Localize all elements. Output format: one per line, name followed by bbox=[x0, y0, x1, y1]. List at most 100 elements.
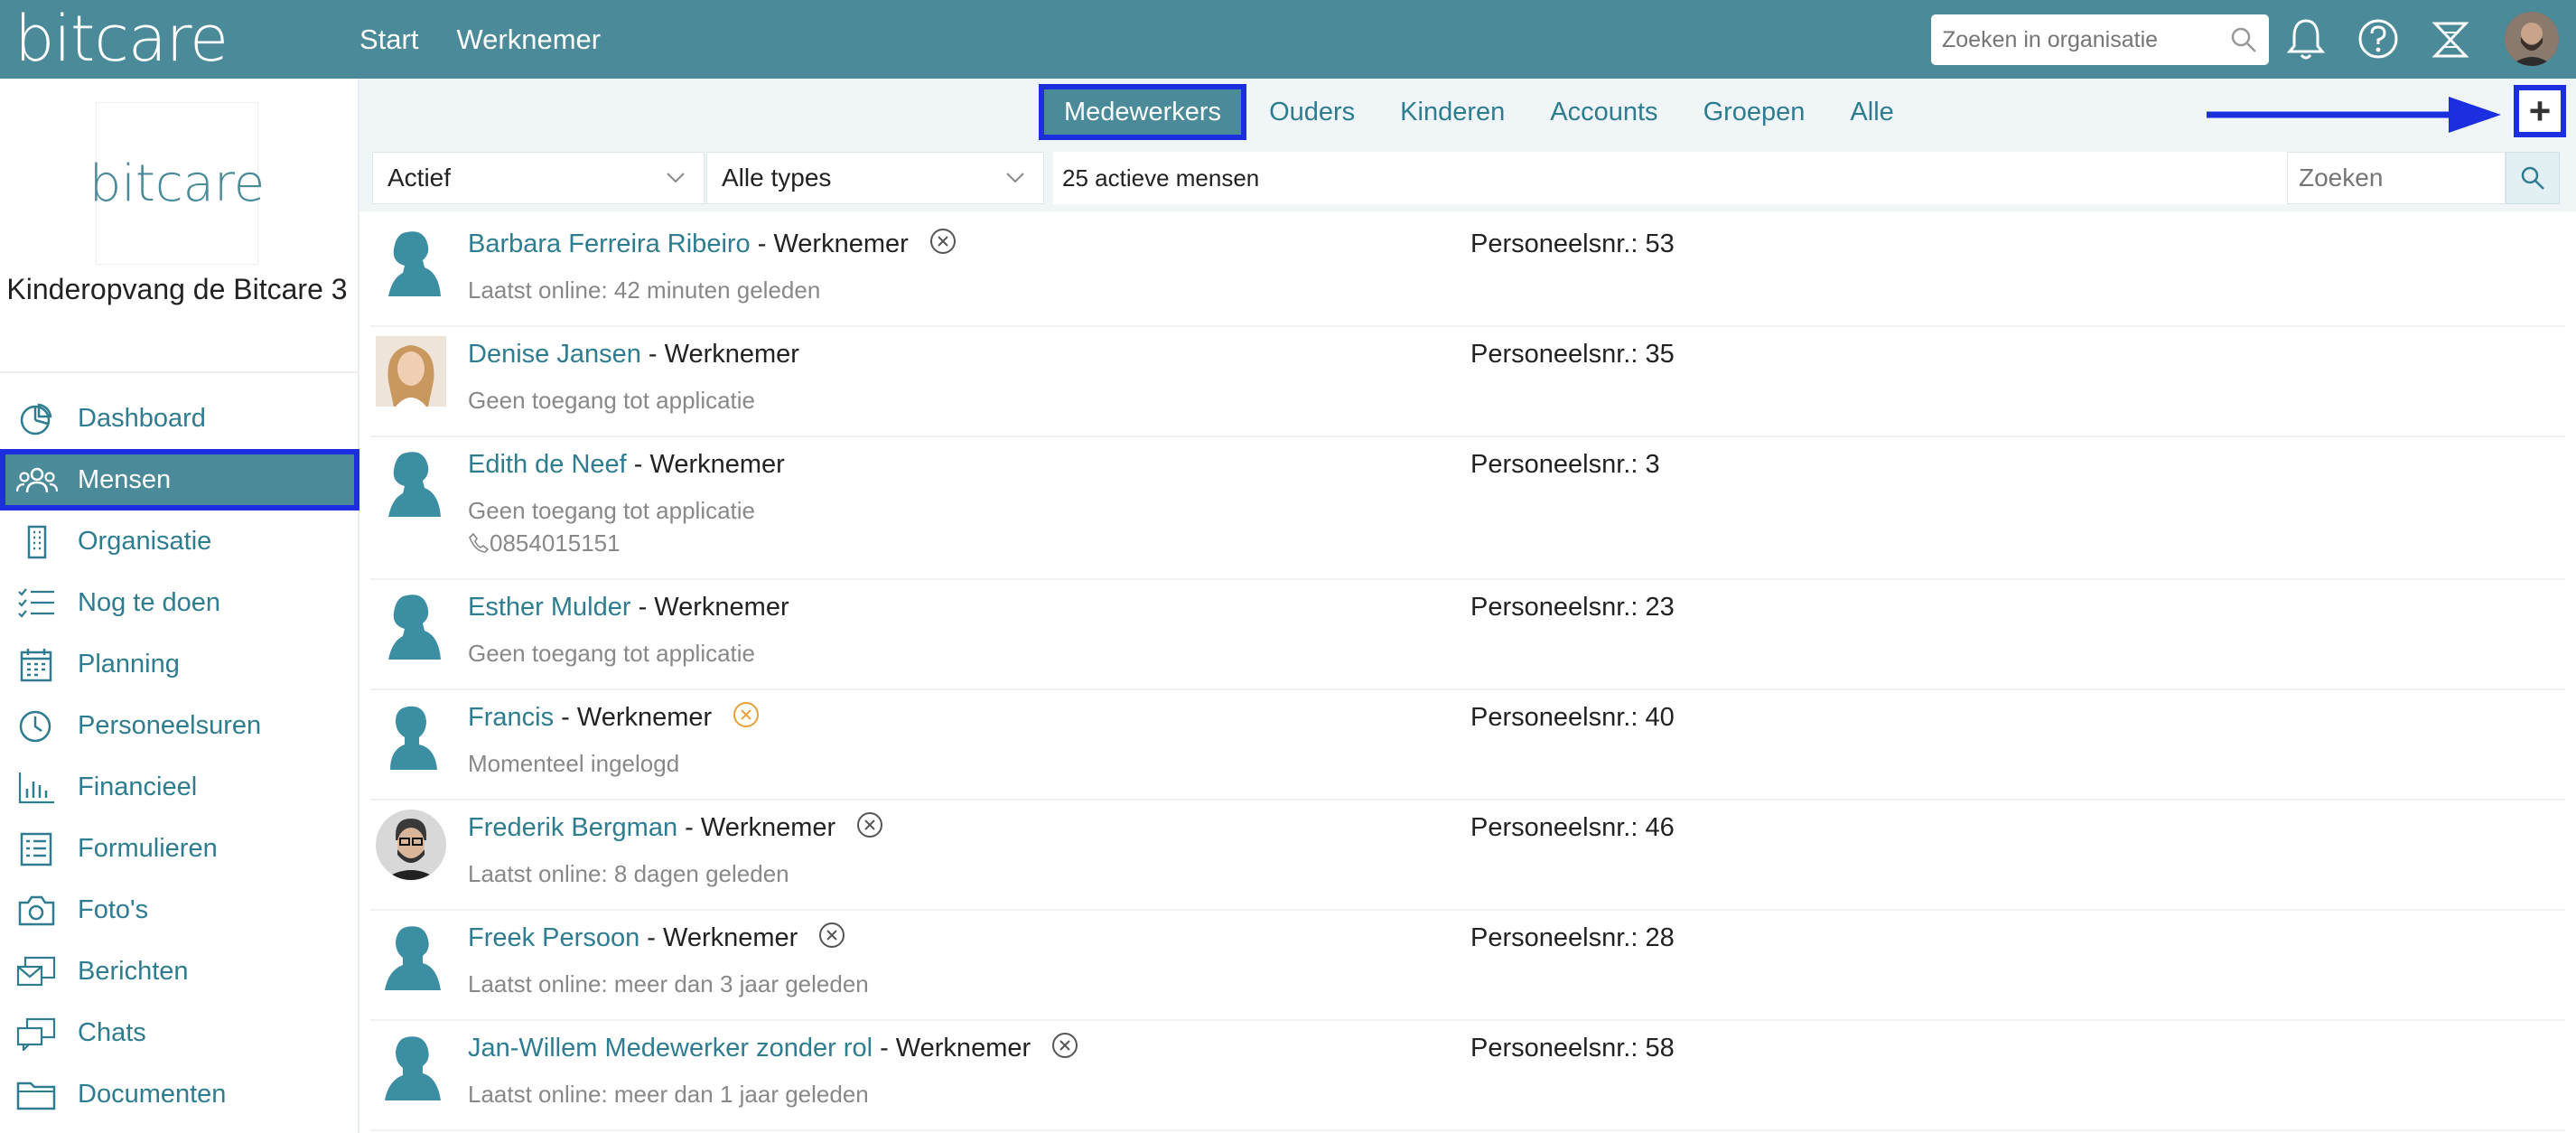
main-content: Medewerkers Ouders Kinderen Accounts Gro… bbox=[359, 79, 2576, 1133]
sidebar-menu: Dashboard Mensen Organisatie Nog te doen… bbox=[0, 388, 359, 1125]
chats-icon bbox=[16, 1017, 56, 1051]
close-circle-icon[interactable] bbox=[1050, 1031, 1079, 1060]
filter-bar: Actief Alle types 25 actieve mensen bbox=[359, 146, 2576, 211]
tab-kinderen[interactable]: Kinderen bbox=[1377, 84, 1527, 140]
sidebar-item-nog-te-doen[interactable]: Nog te doen bbox=[0, 572, 359, 633]
avatar-photo-male bbox=[376, 810, 446, 880]
help-icon[interactable] bbox=[2357, 16, 2400, 61]
sidebar-item-personeelsuren[interactable]: Personeelsuren bbox=[0, 695, 359, 756]
person-role: - Werknemer bbox=[630, 593, 789, 622]
person-status: Geen toegang tot applicatie bbox=[468, 497, 756, 524]
list-item[interactable]: Edith de Neef - Werknemer Geen toegang t… bbox=[370, 437, 2565, 580]
sidebar-item-label: Financieel bbox=[78, 772, 198, 801]
person-role: - Werknemer bbox=[640, 340, 799, 369]
sidebar-item-label: Foto's bbox=[78, 894, 149, 924]
people-icon bbox=[16, 467, 58, 493]
sidebar-item-label: Formulieren bbox=[78, 833, 218, 863]
nav-werknemer[interactable]: Werknemer bbox=[456, 23, 601, 56]
sidebar-item-label: Planning bbox=[78, 649, 180, 679]
list-item[interactable]: Barbara Ferreira Ribeiro - Werknemer Laa… bbox=[370, 217, 2565, 327]
close-circle-icon[interactable] bbox=[929, 227, 957, 256]
sidebar-item-label: Dashboard bbox=[78, 403, 206, 433]
sidebar-item-dashboard[interactable]: Dashboard bbox=[0, 388, 359, 449]
switch-icon[interactable] bbox=[2430, 16, 2471, 61]
sidebar-item-financieel[interactable]: Financieel bbox=[0, 756, 359, 818]
person-title: Freek Persoon - Werknemer bbox=[468, 921, 846, 953]
avatar-neutral-silhouette bbox=[376, 699, 446, 770]
person-title: Esther Mulder - Werknemer bbox=[468, 593, 789, 623]
sidebar-item-documenten[interactable]: Documenten bbox=[0, 1063, 359, 1125]
sidebar-item-label: Documenten bbox=[78, 1079, 227, 1109]
tab-ouders[interactable]: Ouders bbox=[1246, 84, 1377, 140]
sidebar-item-planning[interactable]: Planning bbox=[0, 633, 359, 695]
close-circle-icon[interactable] bbox=[855, 810, 884, 839]
tab-groepen[interactable]: Groepen bbox=[1681, 84, 1828, 140]
list-item[interactable]: Frederik Bergman - Werknemer Laatst onli… bbox=[370, 801, 2565, 911]
person-title: Barbara Ferreira Ribeiro - Werknemer bbox=[468, 229, 957, 259]
tab-accounts[interactable]: Accounts bbox=[1527, 84, 1680, 140]
people-search-input[interactable] bbox=[2288, 153, 2496, 203]
person-name-link[interactable]: Barbara Ferreira Ribeiro bbox=[468, 229, 751, 258]
checklist-icon bbox=[18, 588, 54, 618]
person-status: Laatst online: 42 minuten geleden bbox=[468, 276, 821, 304]
list-item[interactable]: Francis - Werknemer Momenteel ingelogd P… bbox=[370, 690, 2565, 801]
person-name-link[interactable]: Francis bbox=[468, 703, 554, 732]
person-role: - Werknemer bbox=[873, 1034, 1031, 1063]
status-filter-select[interactable]: Actief bbox=[372, 152, 705, 204]
person-phone-number: 0854015151 bbox=[490, 529, 621, 557]
list-item[interactable]: Freek Persoon - Werknemer Laatst online:… bbox=[370, 911, 2565, 1021]
person-title: Jan-Willem Medewerker zonder rol - Werkn… bbox=[468, 1031, 1079, 1063]
sidebar: bitcare Kinderopvang de Bitcare 3 Dashbo… bbox=[0, 79, 359, 1133]
type-filter-select[interactable]: Alle types bbox=[706, 152, 1044, 204]
app-logo[interactable]: bitcare bbox=[14, 7, 229, 70]
avatar-female-silhouette bbox=[376, 589, 446, 660]
list-item[interactable]: Esther Mulder - Werknemer Geen toegang t… bbox=[370, 580, 2565, 690]
clock-icon bbox=[19, 710, 51, 743]
sidebar-item-label: Berichten bbox=[78, 956, 189, 986]
avatar-photo-female bbox=[376, 336, 446, 407]
user-avatar[interactable] bbox=[2505, 12, 2559, 66]
bar-chart-icon bbox=[18, 772, 54, 804]
type-filter-value: Alle types bbox=[722, 164, 832, 192]
person-name-link[interactable]: Jan-Willem Medewerker zonder rol bbox=[468, 1034, 873, 1063]
nav-start[interactable]: Start bbox=[359, 23, 418, 56]
person-title: Francis - Werknemer bbox=[468, 700, 761, 733]
organisation-logo: bitcare bbox=[89, 102, 265, 265]
people-tab-bar: Medewerkers Ouders Kinderen Accounts Gro… bbox=[359, 79, 2576, 146]
avatar-male-silhouette bbox=[376, 1030, 446, 1100]
person-name-link[interactable]: Denise Jansen bbox=[468, 340, 641, 369]
person-status: Laatst online: meer dan 3 jaar geleden bbox=[468, 970, 869, 997]
people-list: Barbara Ferreira Ribeiro - Werknemer Laa… bbox=[370, 217, 2565, 1131]
sidebar-item-formulieren[interactable]: Formulieren bbox=[0, 818, 359, 879]
bell-icon[interactable] bbox=[2285, 16, 2327, 61]
sidebar-item-fotos[interactable]: Foto's bbox=[0, 879, 359, 941]
close-circle-icon[interactable] bbox=[817, 921, 846, 950]
people-search-button[interactable] bbox=[2506, 152, 2560, 204]
organisation-search-input[interactable] bbox=[1931, 14, 2202, 65]
list-item[interactable]: Jan-Willem Medewerker zonder rol - Werkn… bbox=[370, 1021, 2565, 1131]
building-icon bbox=[27, 525, 47, 559]
status-filter-value: Actief bbox=[387, 164, 452, 192]
person-name-link[interactable]: Esther Mulder bbox=[468, 593, 631, 622]
sidebar-item-berichten[interactable]: Berichten bbox=[0, 941, 359, 1002]
sidebar-item-label: Nog te doen bbox=[78, 587, 221, 617]
organisation-name: Kinderopvang de Bitcare 3 bbox=[6, 273, 348, 305]
person-staff-number: Personeelsnr.: 23 bbox=[1470, 593, 1675, 622]
person-staff-number: Personeelsnr.: 3 bbox=[1470, 450, 1660, 479]
person-name-link[interactable]: Frederik Bergman bbox=[468, 813, 677, 842]
tab-medewerkers[interactable]: Medewerkers bbox=[1039, 84, 1247, 140]
close-circle-icon[interactable] bbox=[732, 700, 761, 729]
person-status: Geen toegang tot applicatie bbox=[468, 387, 756, 414]
tab-alle[interactable]: Alle bbox=[1827, 84, 1916, 140]
sidebar-item-mensen[interactable]: Mensen bbox=[0, 449, 359, 510]
sidebar-item-organisatie[interactable]: Organisatie bbox=[0, 510, 359, 572]
sidebar-item-chats[interactable]: Chats bbox=[0, 1002, 359, 1063]
sidebar-item-label: Chats bbox=[78, 1017, 146, 1047]
person-name-link[interactable]: Edith de Neef bbox=[468, 450, 627, 479]
person-phone[interactable]: 0854015151 bbox=[468, 529, 621, 557]
list-item[interactable]: Denise Jansen - Werknemer Geen toegang t… bbox=[370, 327, 2565, 437]
add-person-button[interactable]: + bbox=[2514, 85, 2566, 137]
search-icon[interactable] bbox=[2229, 25, 2258, 54]
person-name-link[interactable]: Freek Persoon bbox=[468, 923, 639, 952]
sidebar-divider bbox=[0, 371, 359, 373]
